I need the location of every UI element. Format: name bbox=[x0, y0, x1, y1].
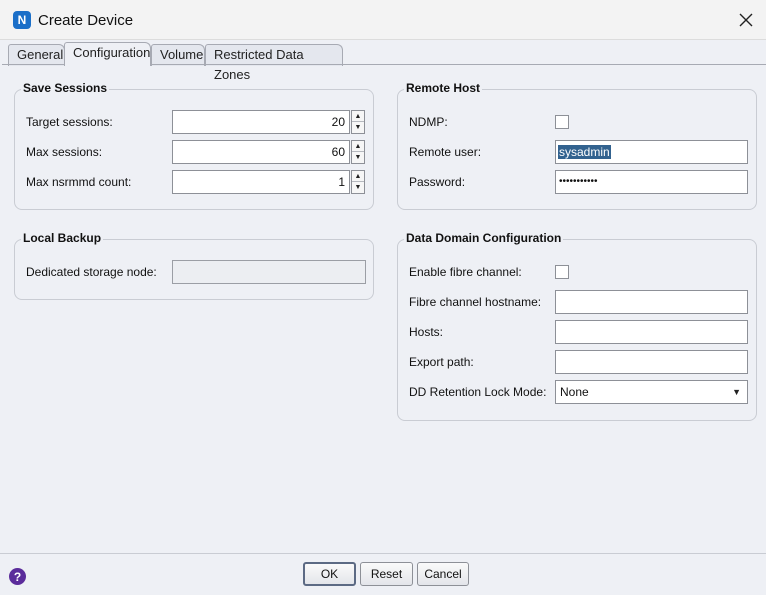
remote-host-title: Remote Host bbox=[404, 81, 483, 95]
save-sessions-title: Save Sessions bbox=[21, 81, 110, 95]
tab-configuration[interactable]: Configuration bbox=[64, 42, 151, 66]
retention-lock-value: None bbox=[560, 385, 589, 399]
dedicated-storage-node-input bbox=[172, 260, 366, 284]
target-sessions-label: Target sessions: bbox=[26, 115, 113, 129]
hosts-input[interactable] bbox=[555, 320, 748, 344]
max-sessions-input[interactable] bbox=[172, 140, 350, 164]
tab-restricted-data-zones[interactable]: Restricted Data Zones bbox=[205, 44, 343, 82]
fibre-channel-checkbox[interactable] bbox=[555, 265, 569, 279]
fibre-hostname-label: Fibre channel hostname: bbox=[409, 295, 542, 309]
remote-user-input[interactable]: sysadmin bbox=[555, 140, 748, 164]
fibre-channel-label: Enable fibre channel: bbox=[409, 265, 522, 279]
hosts-label: Hosts: bbox=[409, 325, 444, 339]
password-mask: ••••••••••• bbox=[559, 176, 598, 187]
spin-up-icon[interactable]: ▲ bbox=[352, 171, 364, 182]
tab-volume[interactable]: Volume bbox=[151, 44, 205, 66]
close-icon bbox=[739, 13, 753, 27]
data-domain-title: Data Domain Configuration bbox=[404, 231, 564, 245]
spin-down-icon[interactable]: ▼ bbox=[352, 152, 364, 163]
target-sessions-stepper[interactable]: ▲ ▼ bbox=[351, 110, 365, 134]
spin-up-icon[interactable]: ▲ bbox=[352, 141, 364, 152]
max-sessions-label: Max sessions: bbox=[26, 145, 103, 159]
fibre-hostname-input[interactable] bbox=[555, 290, 748, 314]
password-label: Password: bbox=[409, 175, 466, 189]
chevron-down-icon: ▼ bbox=[732, 387, 741, 397]
max-nsrmmd-stepper[interactable]: ▲ ▼ bbox=[351, 170, 365, 194]
target-sessions-input[interactable] bbox=[172, 110, 350, 134]
dedicated-storage-node-label: Dedicated storage node: bbox=[26, 265, 157, 279]
tab-bar: General Configuration Volume Restricted … bbox=[0, 40, 766, 82]
footer-separator bbox=[0, 553, 766, 554]
remote-user-label: Remote user: bbox=[409, 145, 482, 159]
tab-general[interactable]: General bbox=[8, 44, 65, 66]
ndmp-label: NDMP: bbox=[409, 115, 448, 129]
retention-lock-label: DD Retention Lock Mode: bbox=[409, 385, 547, 399]
spin-up-icon[interactable]: ▲ bbox=[352, 111, 364, 122]
export-path-input[interactable] bbox=[555, 350, 748, 374]
spin-down-icon[interactable]: ▼ bbox=[352, 182, 364, 193]
max-sessions-stepper[interactable]: ▲ ▼ bbox=[351, 140, 365, 164]
help-icon[interactable]: ? bbox=[9, 568, 26, 585]
close-button[interactable] bbox=[736, 10, 756, 30]
ok-button[interactable]: OK bbox=[303, 562, 356, 586]
cancel-button[interactable]: Cancel bbox=[417, 562, 469, 586]
max-nsrmmd-label: Max nsrmmd count: bbox=[26, 175, 132, 189]
password-input[interactable]: ••••••••••• bbox=[555, 170, 748, 194]
max-nsrmmd-input[interactable] bbox=[172, 170, 350, 194]
window-title: Create Device bbox=[38, 12, 134, 29]
spin-down-icon[interactable]: ▼ bbox=[352, 122, 364, 133]
remote-user-value: sysadmin bbox=[558, 145, 611, 159]
local-backup-title: Local Backup bbox=[21, 231, 104, 245]
title-bar: N Create Device bbox=[0, 0, 766, 40]
reset-button[interactable]: Reset bbox=[360, 562, 413, 586]
export-path-label: Export path: bbox=[409, 355, 474, 369]
networker-app-icon: N bbox=[13, 11, 31, 29]
ndmp-checkbox[interactable] bbox=[555, 115, 569, 129]
retention-lock-select[interactable]: None ▼ bbox=[555, 380, 748, 404]
